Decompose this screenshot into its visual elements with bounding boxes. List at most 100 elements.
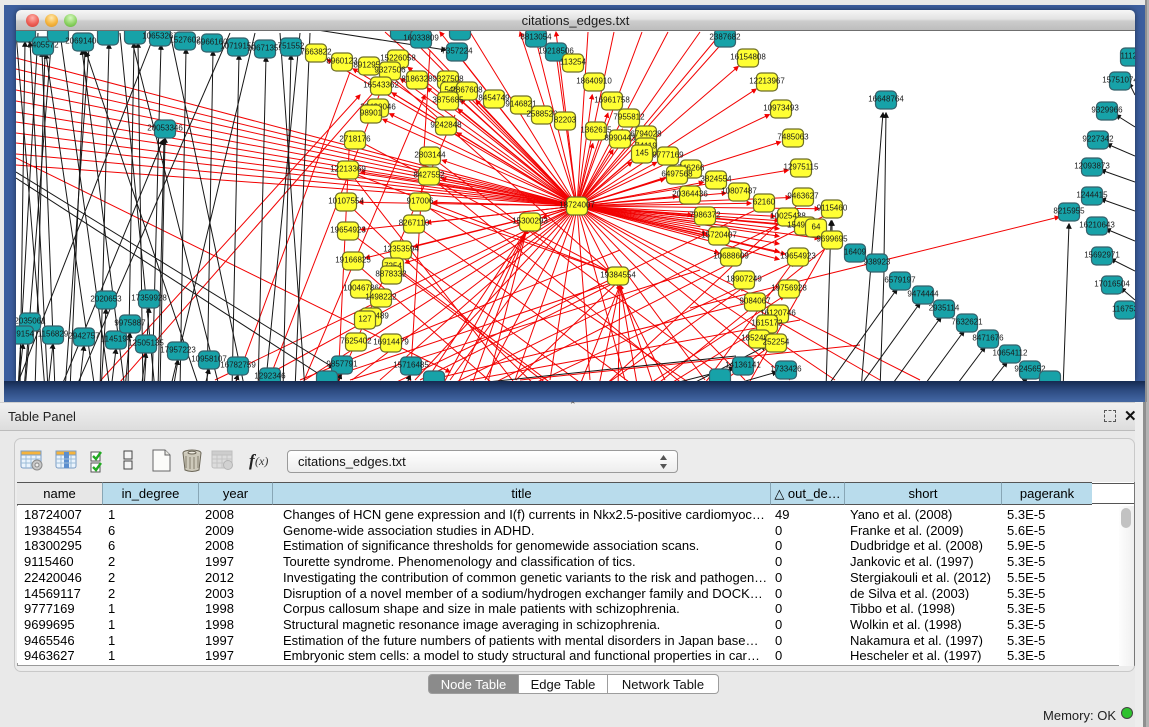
svg-text:82203: 82203 [554,116,577,125]
svg-text:16033809: 16033809 [403,34,439,43]
svg-text:16961758: 16961758 [594,96,630,105]
svg-text:917006: 917006 [407,197,434,206]
svg-text:1498222: 1498222 [365,293,397,302]
svg-text:16543362: 16543362 [363,81,399,90]
svg-text:2387682: 2387682 [709,33,741,42]
svg-text:19384554: 19384554 [600,271,636,280]
svg-text:20053346: 20053346 [147,124,183,133]
svg-text:7632621: 7632621 [951,318,983,327]
svg-text:16648764: 16648764 [868,95,904,104]
svg-text:10688609: 10688609 [713,252,749,261]
svg-text:7986372: 7986372 [689,211,721,220]
svg-text:2935114: 2935114 [929,304,960,313]
svg-text:9084067: 9084067 [739,297,771,306]
svg-text:1292346: 1292346 [254,372,286,381]
svg-text:20691406: 20691406 [65,37,101,46]
svg-text:1156829: 1156829 [38,330,69,339]
svg-text:1615172: 1615172 [751,319,783,328]
svg-text:9474444: 9474444 [907,290,939,299]
svg-text:39154: 39154 [16,330,35,339]
svg-text:1145194: 1145194 [101,335,132,344]
svg-text:2803144: 2803144 [414,151,446,160]
svg-text:8813054: 8813054 [520,33,552,42]
svg-text:17957223: 17957223 [160,346,196,355]
svg-text:6794028: 6794028 [630,130,662,139]
svg-text:10807487: 10807487 [721,187,757,196]
svg-text:2020653: 2020653 [90,295,122,304]
svg-text:2718176: 2718176 [339,135,371,144]
svg-text:8215955: 8215955 [1053,207,1085,216]
svg-text:16914479: 16914479 [373,338,409,347]
svg-text:15751074: 15751074 [1102,76,1135,85]
svg-text:8471676: 8471676 [972,334,1004,343]
svg-text:19654923: 19654923 [780,252,816,261]
svg-text:12213967: 12213967 [749,77,785,86]
svg-text:1244415: 1244415 [1076,191,1108,200]
svg-text:15716485: 15716485 [393,361,429,370]
svg-text:19166825: 19166825 [335,256,371,265]
svg-text:6579197: 6579197 [884,276,916,285]
svg-text:12093873: 12093873 [1074,162,1110,171]
svg-text:19654923: 19654923 [330,226,366,235]
svg-text:7663822: 7663822 [300,48,332,57]
svg-text:10654112: 10654112 [993,349,1029,358]
svg-text:10973493: 10973493 [763,104,799,113]
svg-text:1733426: 1733426 [770,365,802,374]
svg-text:12505135: 12505135 [128,339,164,348]
svg-text:9115460: 9115460 [817,204,848,213]
svg-text:18640910: 18640910 [576,77,612,86]
svg-text:15692971: 15692971 [1084,251,1120,260]
svg-text:12353594: 12353594 [383,245,419,254]
svg-text:145: 145 [635,149,649,158]
svg-text:16154808: 16154808 [730,53,766,62]
svg-text:7625402: 7625402 [340,337,372,346]
svg-text:113254: 113254 [560,58,587,67]
svg-text:938923: 938923 [864,258,891,267]
svg-text:9227342: 9227342 [1082,135,1114,144]
svg-text:3824554: 3824554 [700,175,732,184]
svg-text:16409: 16409 [844,248,867,257]
svg-text:9857791: 9857791 [326,360,358,369]
svg-text:17359928: 17359928 [131,294,167,303]
svg-text:8878332: 8878332 [375,270,407,279]
svg-text:12975115: 12975115 [784,163,820,172]
svg-text:16210643: 16210643 [1079,221,1115,230]
svg-text:10107554: 10107554 [328,197,364,206]
svg-text:8267110: 8267110 [399,219,430,228]
svg-text:15226058: 15226058 [380,54,416,63]
svg-text:15300293: 15300293 [512,217,548,226]
svg-text:14136141: 14136141 [725,361,761,370]
svg-text:3875685: 3875685 [432,96,464,105]
svg-text:9242848: 9242848 [430,121,462,130]
svg-text:12213369: 12213369 [330,165,366,174]
svg-text:62160: 62160 [753,198,776,207]
svg-text:11123: 11123 [1120,52,1135,61]
svg-text:18724007: 18724007 [559,201,595,210]
svg-text:2035061: 2035061 [16,317,46,326]
svg-text:(x): (x) [255,454,268,468]
svg-text:6497568: 6497568 [661,170,693,179]
svg-text:64: 64 [812,223,821,232]
svg-text:8186328: 8186328 [401,75,433,84]
svg-text:7357224: 7357224 [441,47,473,56]
svg-text:17016504: 17016504 [1094,280,1130,289]
svg-text:7955812: 7955812 [613,113,645,122]
svg-text:9327506: 9327506 [374,66,406,75]
svg-text:19756928: 19756928 [771,284,807,293]
svg-text:18907249: 18907249 [726,275,762,284]
svg-text:127: 127 [358,315,372,324]
svg-text:8427552: 8427552 [413,171,445,180]
svg-text:15720407: 15720407 [701,231,737,240]
svg-text:9329966: 9329966 [1091,106,1123,115]
svg-text:252254: 252254 [763,338,790,347]
svg-text:16782759: 16782759 [220,361,256,370]
svg-text:9975887: 9975887 [114,319,146,328]
svg-text:2942757: 2942757 [68,332,100,341]
svg-text:116753: 116753 [1112,305,1135,314]
svg-text:98901: 98901 [360,109,383,118]
svg-text:9699695: 9699695 [816,235,848,244]
svg-text:20364436: 20364436 [672,190,708,199]
svg-text:9463627: 9463627 [787,192,819,201]
svg-text:7485063: 7485063 [777,133,809,142]
svg-text:9777169: 9777169 [652,151,684,160]
